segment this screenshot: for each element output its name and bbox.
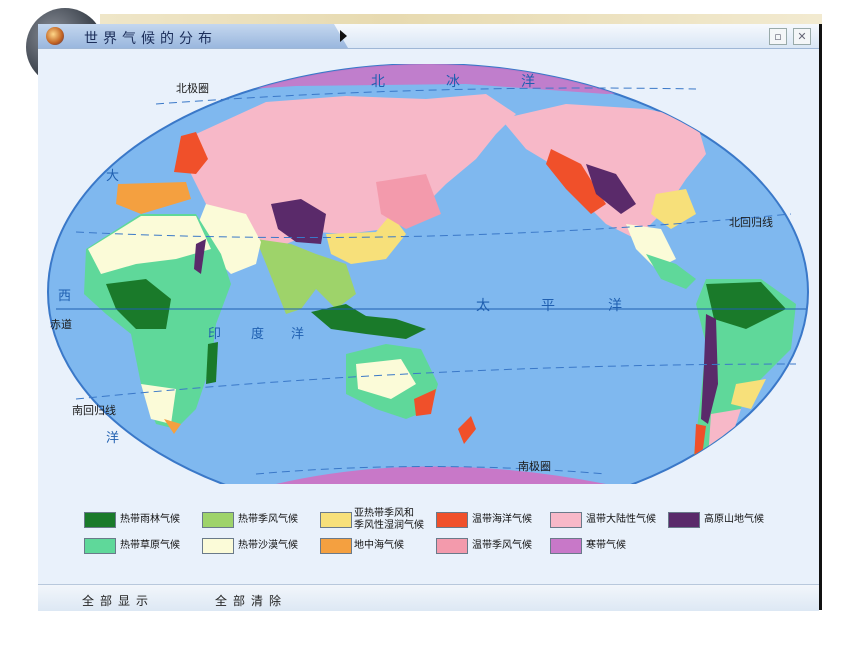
label-arctic-ocean-1: 北 <box>371 74 385 90</box>
legend-label-mediterranean: 地中海气候 <box>354 540 404 551</box>
legend-label-tropical-rainforest: 热带雨林气候 <box>120 514 180 525</box>
climate-legend: 热带雨林气候 热带季风气候 亚热带季风和 季风性湿润气候 温带海洋气候 温带大陆… <box>84 508 824 572</box>
legend-swatch-temperate-continental[interactable] <box>550 512 582 528</box>
restore-button[interactable]: ▫ <box>769 28 787 45</box>
legend-swatch-tropical-savanna[interactable] <box>84 538 116 554</box>
close-button[interactable]: ✕ <box>793 28 811 45</box>
play-arrow-icon[interactable] <box>340 30 347 42</box>
legend-label-tropical-desert: 热带沙漠气候 <box>238 540 298 551</box>
label-pacific-3: 洋 <box>608 298 622 314</box>
label-indian-2: 度 <box>251 326 264 342</box>
region-madagascar <box>206 342 218 384</box>
legend-label-subtropical-line2: 季风性湿润气候 <box>354 520 424 531</box>
map-svg: 北极圈 北 冰 洋 大 西 洋 印 度 洋 太 平 洋 赤道 北回归线 南回归线… <box>47 63 809 521</box>
region-patagonia <box>708 409 741 459</box>
label-south-polar-circle: 南极圈 <box>518 459 551 473</box>
legend-swatch-polar[interactable] <box>550 538 582 554</box>
window-title: 世界气候的分布 <box>84 31 217 47</box>
clear-all-button[interactable]: 全部清除 <box>215 592 287 609</box>
label-arctic-ocean-2: 冰 <box>446 74 460 90</box>
label-arctic-ocean-3: 洋 <box>521 74 535 90</box>
title-bar: 世界气候的分布 ▫ ✕ <box>38 24 819 49</box>
legend-swatch-mediterranean[interactable] <box>320 538 352 554</box>
legend-label-temperate-continental: 温带大陆性气候 <box>586 514 656 525</box>
legend-label-tropical-savanna: 热带草原气候 <box>120 540 180 551</box>
label-tropic-capricorn: 南回归线 <box>72 403 116 417</box>
label-north-polar-circle: 北极圈 <box>176 81 209 95</box>
legend-label-polar: 寒带气候 <box>586 540 626 551</box>
legend-swatch-temperate-monsoon[interactable] <box>436 538 468 554</box>
label-atlantic-2: 西 <box>58 289 71 304</box>
legend-label-subtropical-line1: 亚热带季风和 <box>354 508 414 519</box>
legend-swatch-highland[interactable] <box>668 512 700 528</box>
bottom-toolbar: 全部显示 全部清除 <box>38 584 819 611</box>
legend-label-highland: 高原山地气候 <box>704 514 764 525</box>
map-window: 世界气候的分布 ▫ ✕ 北极圈 北 冰 洋 大 西 洋 印 度 洋 太 平 洋 … <box>38 24 824 611</box>
legend-swatch-tropical-monsoon[interactable] <box>202 512 234 528</box>
world-climate-map: 北极圈 北 冰 洋 大 西 洋 印 度 洋 太 平 洋 赤道 北回归线 南回归线… <box>46 63 811 521</box>
label-indian-3: 洋 <box>291 327 304 342</box>
legend-swatch-subtropical-monsoon[interactable] <box>320 512 352 528</box>
show-all-button[interactable]: 全部显示 <box>82 592 154 609</box>
legend-label-tropical-monsoon: 热带季风气候 <box>238 514 298 525</box>
legend-label-temperate-monsoon: 温带季风气候 <box>472 540 532 551</box>
label-tropic-cancer: 北回归线 <box>729 215 773 229</box>
legend-label-temperate-maritime: 温带海洋气候 <box>472 514 532 525</box>
legend-swatch-tropical-desert[interactable] <box>202 538 234 554</box>
label-indian-1: 印 <box>208 327 221 342</box>
globe-app-icon <box>46 27 64 45</box>
label-pacific-1: 太 <box>476 298 490 314</box>
legend-swatch-tropical-rainforest[interactable] <box>84 512 116 528</box>
label-equator: 赤道 <box>50 317 72 331</box>
legend-swatch-temperate-maritime[interactable] <box>436 512 468 528</box>
label-pacific-2: 平 <box>541 298 555 314</box>
label-atlantic-3: 洋 <box>106 431 119 446</box>
label-atlantic-1: 大 <box>106 169 119 184</box>
